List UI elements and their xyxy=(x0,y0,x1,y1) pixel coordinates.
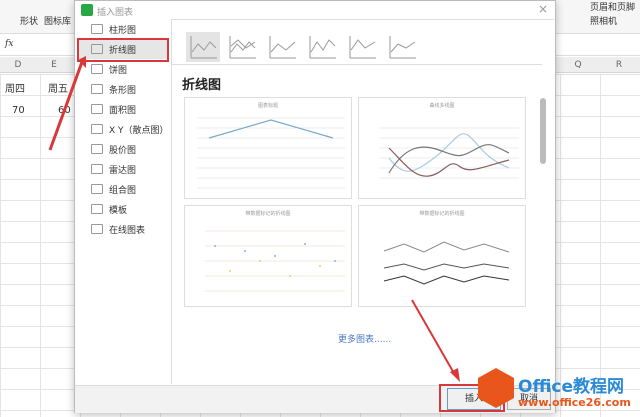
watermark-brand: Office教程网 xyxy=(518,377,625,397)
watermark-url: www.office26.com xyxy=(518,396,631,409)
annotation-arrows xyxy=(48,56,460,382)
